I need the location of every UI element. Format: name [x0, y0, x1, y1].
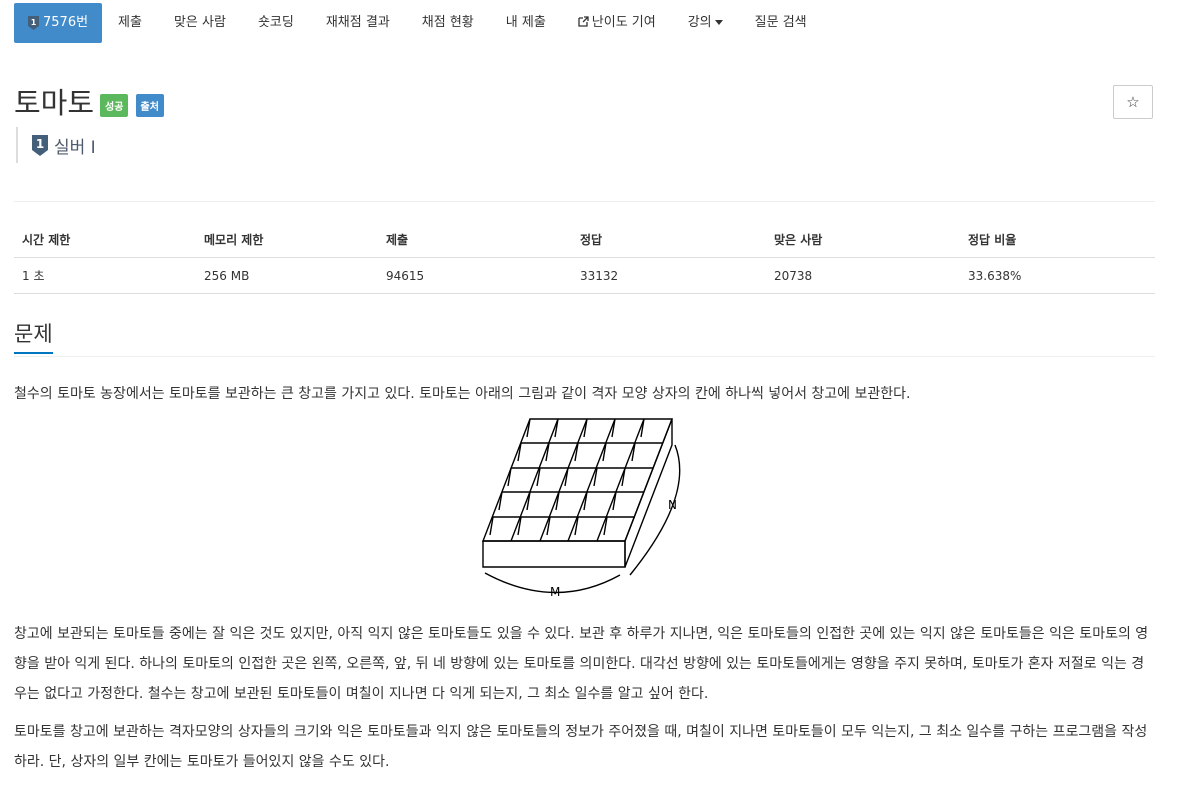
star-button[interactable]: ☆ [1113, 85, 1153, 119]
svg-text:1: 1 [36, 137, 44, 151]
source-badge[interactable]: 출처 [135, 94, 164, 117]
header-accepted-users: 맞은 사람 [766, 222, 960, 258]
nav-rejudge-results[interactable]: 재채점 결과 [310, 3, 406, 43]
header-memory-limit: 메모리 제한 [196, 222, 378, 258]
problem-paragraph-2: 창고에 보관되는 토마토들 중에는 잘 익은 것도 있지만, 아직 익지 않은 … [14, 626, 1149, 702]
problem-info-table: 시간 제한 메모리 제한 제출 정답 맞은 사람 정답 비율 1 초 256 M… [14, 222, 1155, 294]
nav-submit[interactable]: 제출 [102, 3, 158, 43]
silver-1-tier-icon: 1 [32, 134, 48, 156]
nav-lectures-label: 강의 [687, 14, 712, 30]
tier-display: 1 실버 I [16, 127, 96, 163]
table-row: 1 초 256 MB 94615 33132 20738 33.638% [14, 257, 1155, 294]
caret-down-icon [714, 20, 723, 25]
problem-title: 토마토 [14, 86, 95, 120]
cell-accepted-users: 20738 [766, 257, 960, 294]
cell-time-limit: 1 초 [14, 257, 196, 294]
nav-difficulty-contribution[interactable]: 난이도 기여 [562, 3, 672, 43]
section-title: 문제 [14, 320, 53, 354]
problem-nav: 1 7576번 제출 맞은 사람 숏코딩 재채점 결과 채점 현황 내 제출 난… [14, 0, 1155, 45]
nav-short-coding[interactable]: 숏코딩 [242, 3, 310, 43]
silver-1-icon: 1 [28, 15, 39, 30]
problem-labels: 성공 출처 [98, 94, 164, 117]
nav-judge-status[interactable]: 채점 현황 [406, 3, 490, 43]
problem-paragraph-3: 토마토를 창고에 보관하는 격자모양의 상자들의 크기와 익은 토마토들과 익지… [14, 724, 1148, 770]
tier-label: 실버 I [54, 137, 96, 158]
header-accepted: 정답 [572, 222, 766, 258]
nav-accepted-users[interactable]: 맞은 사람 [158, 3, 242, 43]
problem-paragraph-1: 철수의 토마토 농장에서는 토마토를 보관하는 큰 창고를 가지고 있다. 토마… [14, 386, 911, 402]
header-accepted-ratio: 정답 비율 [960, 222, 1155, 258]
label-m: M [550, 585, 560, 599]
problem-section-header: 문제 [14, 320, 1155, 357]
problem-header: 토마토 성공 출처 ☆ 1 실버 I [14, 83, 1155, 163]
page: 1 7576번 제출 맞은 사람 숏코딩 재채점 결과 채점 현황 내 제출 난… [0, 0, 1179, 789]
cell-accepted-ratio: 33.638% [960, 257, 1155, 294]
success-badge[interactable]: 성공 [100, 94, 129, 117]
cell-submissions: 94615 [378, 257, 572, 294]
nav-problem-id-label: 7576번 [43, 14, 89, 30]
nav-my-submissions[interactable]: 내 제출 [490, 3, 562, 43]
tomato-box-figure: M N [14, 415, 1155, 605]
cell-accepted: 33132 [572, 257, 766, 294]
nav-problem-id[interactable]: 1 7576번 [14, 2, 103, 43]
svg-text:1: 1 [31, 18, 37, 27]
grid-box-illustration: M N [481, 418, 680, 599]
cell-memory-limit: 256 MB [196, 257, 378, 294]
divider [14, 201, 1155, 202]
nav-lectures-dropdown[interactable]: 강의 [672, 3, 739, 43]
table-header-row: 시간 제한 메모리 제한 제출 정답 맞은 사람 정답 비율 [14, 222, 1155, 258]
external-link-icon [578, 3, 589, 43]
header-submissions: 제출 [378, 222, 572, 258]
nav-question-search[interactable]: 질문 검색 [739, 3, 823, 43]
nav-difficulty-label: 난이도 기여 [591, 14, 656, 30]
header-time-limit: 시간 제한 [14, 222, 196, 258]
label-n: N [668, 498, 677, 512]
